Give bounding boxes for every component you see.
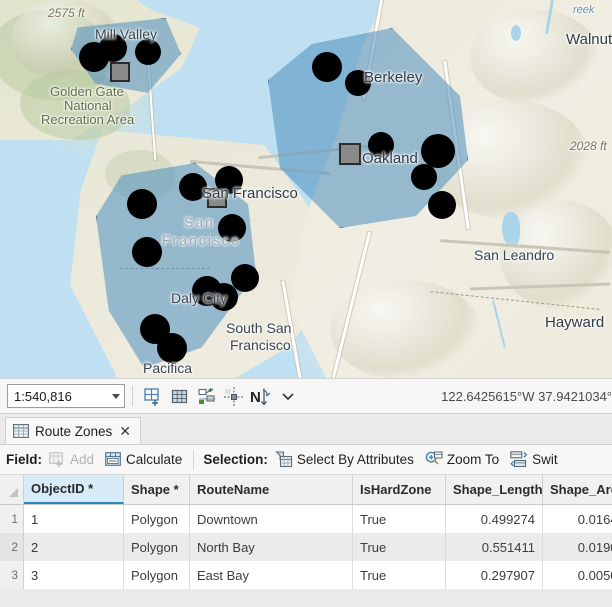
point-feature[interactable] [411, 164, 437, 190]
lake [511, 25, 521, 41]
divider [193, 450, 194, 470]
cell-routename[interactable]: East Bay [190, 561, 353, 589]
switch-selection-icon [510, 451, 528, 468]
zoom-to-icon [425, 451, 443, 468]
table-row[interactable]: 33PolygonEast BayTrue0.2979070.005072 [0, 561, 612, 589]
calculate-icon [105, 452, 122, 468]
cell-routename[interactable]: North Bay [190, 533, 353, 561]
cell-shape_area[interactable]: 0.016415 [543, 505, 612, 533]
row-number[interactable]: 2 [0, 533, 24, 561]
map-view[interactable]: 2575 ftMill ValleyGolden GateNationalRec… [0, 0, 612, 378]
select-by-attributes-button[interactable]: Select By Attributes [275, 451, 414, 468]
cell-ishardzone[interactable]: True [353, 533, 446, 561]
selected-feature-marker[interactable] [207, 188, 227, 208]
cell-shape_area[interactable]: 0.005072 [543, 561, 612, 589]
select-by-attributes-label: Select By Attributes [297, 452, 414, 467]
cell-objectid[interactable]: 3 [24, 561, 124, 589]
table-row[interactable]: 11PolygonDowntownTrue0.4992740.016415 [0, 505, 612, 533]
hillshade [470, 10, 600, 105]
chevron-down-icon[interactable] [112, 394, 120, 399]
row-number[interactable]: 3 [0, 561, 24, 589]
add-field-label: Add [70, 452, 94, 467]
switch-selection-button[interactable]: Swit [510, 451, 558, 468]
measure-icon[interactable] [221, 384, 246, 409]
zoom-to-selection-label: Zoom To [447, 452, 499, 467]
chevron-down-icon[interactable] [275, 384, 300, 409]
table-tab-label: Route Zones [35, 424, 112, 439]
table-command-bar: Field: Add [0, 444, 612, 475]
calculate-field-button[interactable]: Calculate [105, 452, 182, 468]
point-feature[interactable] [127, 189, 157, 219]
table-icon [13, 424, 29, 438]
attribute-table-pane: Route Zones ✕ Field: Add [0, 414, 612, 607]
column-header-shape_length[interactable]: Shape_Length [446, 475, 543, 504]
cursor-coordinates: 122.6425615°W 37.9421034° [441, 389, 612, 404]
divider [132, 386, 133, 406]
point-feature[interactable] [218, 214, 246, 242]
selection-group-label: Selection: [203, 452, 268, 467]
cell-shape[interactable]: Polygon [124, 505, 190, 533]
table-tab-route-zones[interactable]: Route Zones ✕ [5, 417, 141, 444]
cell-shape_length[interactable]: 0.551411 [446, 533, 543, 561]
map-scale-value: 1:540,816 [14, 389, 112, 404]
column-header-ishardzone[interactable]: IsHardZone [353, 475, 446, 504]
calculate-field-label: Calculate [126, 452, 182, 467]
cell-shape[interactable]: Polygon [124, 533, 190, 561]
north-arrow-icon[interactable]: N [248, 384, 273, 409]
attribute-grid: ObjectID *Shape *RouteNameIsHardZoneShap… [0, 475, 612, 589]
point-feature[interactable] [231, 264, 259, 292]
add-field-button[interactable]: Add [49, 452, 94, 468]
point-feature[interactable] [99, 34, 127, 62]
selected-feature-marker[interactable] [339, 143, 361, 165]
point-feature[interactable] [428, 191, 456, 219]
cell-objectid[interactable]: 1 [24, 505, 124, 533]
field-group-label: Field: [6, 452, 42, 467]
point-feature[interactable] [345, 70, 371, 96]
column-header-shape_area[interactable]: Shape_Area [543, 475, 612, 504]
point-feature[interactable] [135, 39, 161, 65]
svg-text:N: N [250, 389, 261, 406]
column-header-shape[interactable]: Shape * [124, 475, 190, 504]
cell-shape_area[interactable]: 0.019089 [543, 533, 612, 561]
point-feature[interactable] [368, 132, 394, 158]
add-field-icon [49, 452, 66, 468]
map-status-bar: 1:540,816 [0, 378, 612, 414]
select-by-attributes-icon [275, 451, 293, 468]
cell-ishardzone[interactable]: True [353, 505, 446, 533]
close-icon[interactable]: ✕ [118, 424, 132, 438]
row-number[interactable]: 1 [0, 505, 24, 533]
selected-feature-marker[interactable] [110, 62, 130, 82]
point-feature[interactable] [421, 134, 455, 168]
add-data-icon[interactable] [140, 384, 165, 409]
cell-routename[interactable]: Downtown [190, 505, 353, 533]
cell-objectid[interactable]: 2 [24, 533, 124, 561]
basemap-grid-icon[interactable] [167, 384, 192, 409]
select-features-icon[interactable] [194, 384, 219, 409]
lake [502, 212, 520, 246]
table-tab-strip: Route Zones ✕ [0, 414, 612, 444]
attribute-grid-header: ObjectID *Shape *RouteNameIsHardZoneShap… [0, 475, 612, 505]
map-scale-selector[interactable]: 1:540,816 [7, 384, 125, 408]
arcgis-pro-window: 2575 ftMill ValleyGolden GateNationalRec… [0, 0, 612, 607]
zoom-to-selection-button[interactable]: Zoom To [425, 451, 499, 468]
attribute-grid-body: 11PolygonDowntownTrue0.4992740.01641522P… [0, 505, 612, 589]
cell-ishardzone[interactable]: True [353, 561, 446, 589]
cell-shape_length[interactable]: 0.297907 [446, 561, 543, 589]
table-row[interactable]: 22PolygonNorth BayTrue0.5514110.019089 [0, 533, 612, 561]
point-feature[interactable] [312, 52, 342, 82]
grid-corner-selector[interactable] [0, 475, 24, 504]
cell-shape_length[interactable]: 0.499274 [446, 505, 543, 533]
column-header-routename[interactable]: RouteName [190, 475, 353, 504]
cell-shape[interactable]: Polygon [124, 561, 190, 589]
point-feature[interactable] [179, 173, 207, 201]
column-header-objectid[interactable]: ObjectID * [24, 475, 124, 504]
point-feature[interactable] [157, 333, 187, 363]
point-feature[interactable] [132, 237, 162, 267]
switch-selection-label: Swit [532, 452, 558, 467]
